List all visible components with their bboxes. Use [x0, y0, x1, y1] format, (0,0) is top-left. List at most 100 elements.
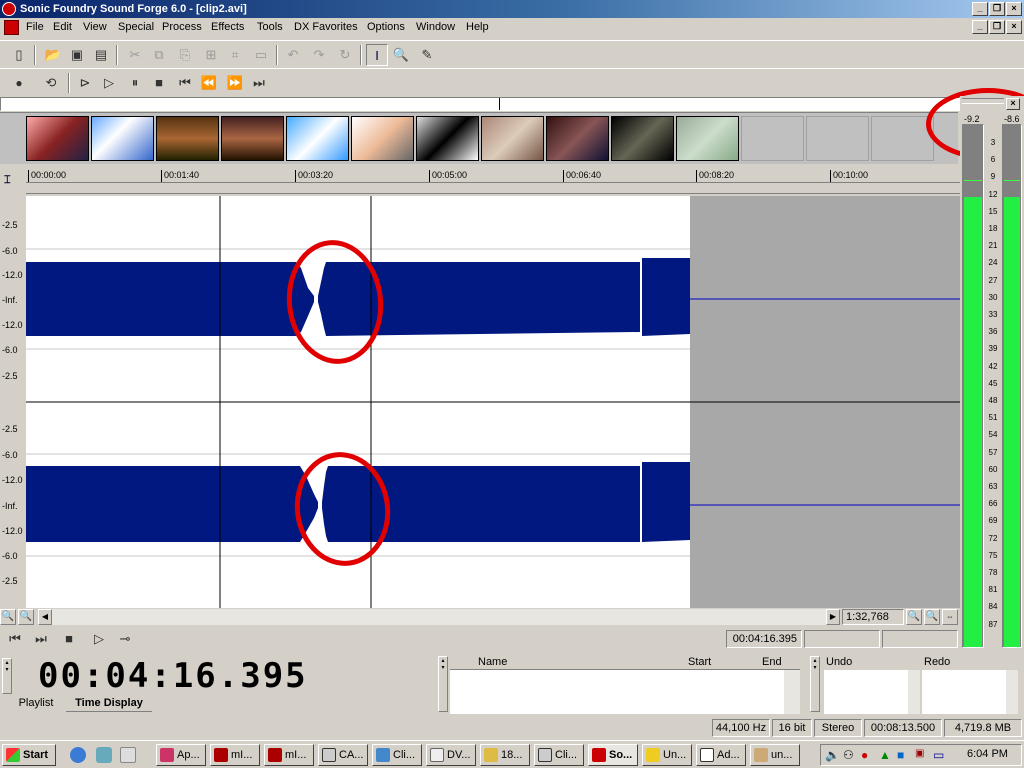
column-name[interactable]: Name: [478, 656, 507, 668]
desktop-icon[interactable]: [120, 747, 136, 763]
ie-icon[interactable]: [70, 747, 86, 763]
save-icon[interactable]: ▣: [66, 44, 88, 66]
mix-icon[interactable]: ⊞: [200, 44, 222, 66]
tab-time-display[interactable]: Time Display: [66, 694, 152, 712]
loop-icon[interactable]: ⟲: [40, 72, 62, 94]
taskbar-item-active[interactable]: So...: [588, 744, 638, 766]
zoom-in-icon[interactable]: 🔍: [18, 609, 34, 625]
taskbar-item[interactable]: Cli...: [534, 744, 584, 766]
menu-view[interactable]: View: [83, 21, 107, 33]
start-button[interactable]: Start: [2, 744, 56, 766]
minimize-icon[interactable]: _: [972, 2, 988, 16]
monitor-icon[interactable]: ▭: [933, 748, 944, 762]
stop-icon[interactable]: ■: [58, 628, 80, 650]
doc-close-icon[interactable]: ×: [1006, 20, 1022, 34]
taskbar-item[interactable]: 18...: [480, 744, 530, 766]
cut-icon[interactable]: ✂: [124, 44, 146, 66]
regions-body[interactable]: [450, 670, 784, 714]
menu-process[interactable]: Process: [162, 21, 202, 33]
clock[interactable]: 6:04 PM: [967, 748, 1008, 760]
go-start-icon[interactable]: ⏮: [4, 628, 26, 650]
menu-options[interactable]: Options: [367, 21, 405, 33]
scroll-left-icon[interactable]: ◀: [38, 609, 52, 625]
open-icon[interactable]: 📂: [42, 44, 64, 66]
document-icon[interactable]: [4, 20, 19, 35]
close-icon[interactable]: ×: [1006, 2, 1022, 16]
doc-restore-icon[interactable]: ❐: [989, 20, 1005, 34]
undo-list[interactable]: [824, 670, 908, 714]
horizontal-scrollbar[interactable]: [52, 609, 826, 625]
redo-list[interactable]: [922, 670, 1006, 714]
scroll-right-icon[interactable]: ▶: [826, 609, 840, 625]
play-as-sample-icon[interactable]: ⊸: [114, 628, 136, 650]
scroll-arrows-icon[interactable]: ⇔: [942, 609, 958, 625]
taskbar-item[interactable]: Cli...: [372, 744, 422, 766]
go-end-icon[interactable]: ⏭: [30, 628, 52, 650]
panel-handle[interactable]: ▴ ▾: [2, 658, 12, 694]
tray-app-icon[interactable]: ●: [861, 748, 868, 762]
record-icon[interactable]: ●: [8, 72, 30, 94]
zoom-normal-icon[interactable]: 🔍: [906, 609, 922, 625]
trim-icon[interactable]: ▭: [250, 44, 272, 66]
taskbar-item[interactable]: Un...: [642, 744, 692, 766]
taskbar-item[interactable]: CA...: [318, 744, 368, 766]
play-icon[interactable]: ▷: [98, 72, 120, 94]
stop-icon[interactable]: ■: [148, 72, 170, 94]
menu-window[interactable]: Window: [416, 21, 455, 33]
tray-app-icon[interactable]: ▲: [879, 748, 891, 762]
column-start[interactable]: Start: [688, 656, 711, 668]
play-icon[interactable]: ▷: [88, 628, 110, 650]
crop-icon[interactable]: ⌗: [224, 44, 246, 66]
restore-icon[interactable]: ❐: [989, 2, 1005, 16]
network-icon[interactable]: ⚇: [843, 748, 854, 762]
repeat-icon[interactable]: ↻: [334, 44, 356, 66]
menu-dx-favorites[interactable]: DX Favorites: [294, 21, 358, 33]
taskbar-item[interactable]: Ap...: [156, 744, 206, 766]
panel-handle[interactable]: ▴ ▾: [438, 656, 448, 712]
taskbar-item[interactable]: un...: [750, 744, 800, 766]
menu-tools[interactable]: Tools: [257, 21, 283, 33]
video-strip[interactable]: [0, 112, 958, 164]
regions-scrollbar[interactable]: [784, 670, 800, 714]
menu-special[interactable]: Special: [118, 21, 154, 33]
go-start-icon[interactable]: ⏮: [174, 72, 196, 94]
tab-playlist[interactable]: Playlist: [8, 694, 64, 712]
taskbar-item[interactable]: Ad...: [696, 744, 746, 766]
time-ruler[interactable]: 00:00:00 00:01:40 00:03:20 00:05:00 00:0…: [26, 166, 960, 194]
meter-close-icon[interactable]: ×: [1006, 98, 1020, 110]
play-all-icon[interactable]: ⊳: [74, 72, 96, 94]
pause-icon[interactable]: ⏸: [124, 72, 146, 94]
go-end-icon[interactable]: ⏭: [248, 72, 270, 94]
quicklaunch-icon[interactable]: [96, 747, 112, 763]
waveform-view[interactable]: [26, 196, 960, 608]
level-meter[interactable]: × -9.2 -8.6 3 6 9 12 15 18 21 24 27 30 3…: [960, 96, 1024, 648]
copy-icon[interactable]: ⧉: [148, 44, 170, 66]
redo-scrollbar[interactable]: [1006, 670, 1018, 714]
taskbar-item[interactable]: mI...: [210, 744, 260, 766]
menu-effects[interactable]: Effects: [211, 21, 244, 33]
volume-icon[interactable]: 🔈: [825, 748, 840, 762]
forward-icon[interactable]: ⏩: [224, 72, 246, 94]
magnify-tool-icon[interactable]: 🔍: [390, 44, 412, 66]
rewind-icon[interactable]: ⏪: [198, 72, 220, 94]
overview-bar[interactable]: [0, 97, 960, 111]
marker-icon[interactable]: ⌶: [4, 174, 11, 187]
save-as-icon[interactable]: ▤: [90, 44, 112, 66]
zoom-out-icon[interactable]: 🔍: [0, 609, 16, 625]
menu-help[interactable]: Help: [466, 21, 489, 33]
menu-edit[interactable]: Edit: [53, 21, 72, 33]
panel-handle[interactable]: ▴ ▾: [810, 656, 820, 712]
column-end[interactable]: End: [762, 656, 782, 668]
undo-icon[interactable]: ↶: [282, 44, 304, 66]
pencil-tool-icon[interactable]: ✎: [416, 44, 438, 66]
doc-minimize-icon[interactable]: _: [972, 20, 988, 34]
menu-file[interactable]: File: [26, 21, 44, 33]
new-icon[interactable]: ▯: [8, 44, 30, 66]
paste-icon[interactable]: ⎘: [174, 44, 196, 66]
tray-app-icon[interactable]: ■: [897, 748, 904, 762]
undo-scrollbar[interactable]: [908, 670, 920, 714]
edit-tool-icon[interactable]: I: [366, 44, 388, 66]
tray-app-icon[interactable]: ▣: [915, 748, 924, 759]
taskbar-item[interactable]: mI...: [264, 744, 314, 766]
taskbar-item[interactable]: DV...: [426, 744, 476, 766]
